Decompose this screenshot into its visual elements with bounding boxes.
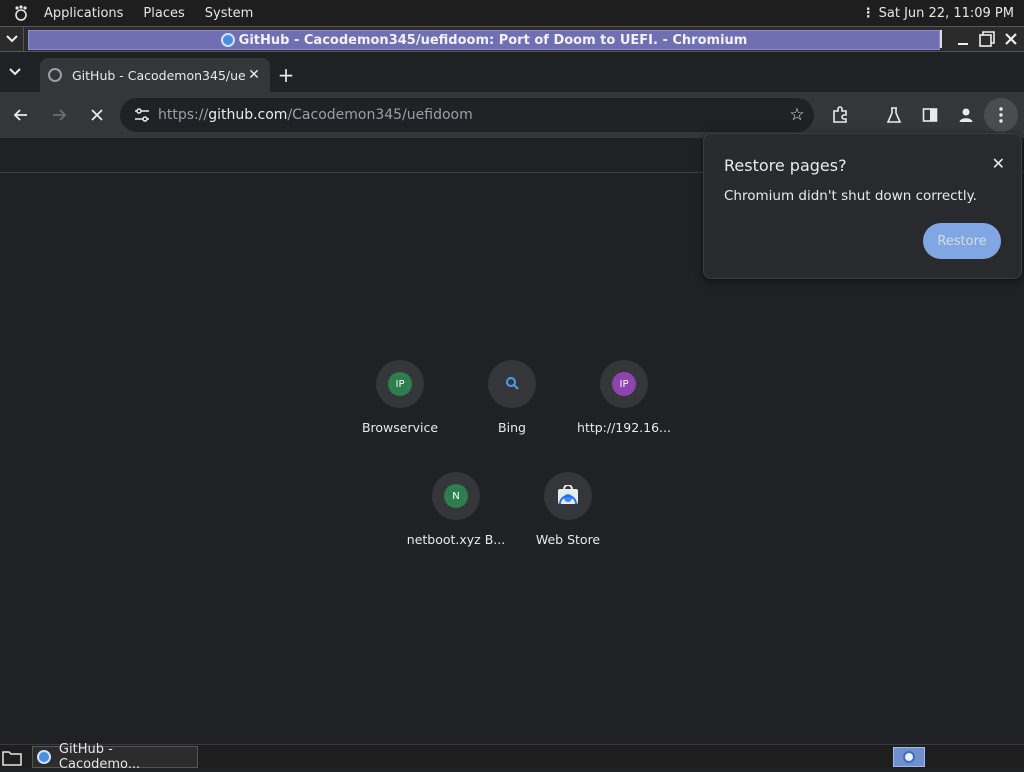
search-icon: [505, 376, 519, 393]
window-buttons: [940, 29, 1020, 49]
places-menu[interactable]: Places: [135, 6, 192, 21]
url-text[interactable]: https://github.com/Cacodemon345/uefidoom: [158, 107, 780, 123]
shortcut-tile: [544, 472, 592, 520]
url-path: /Cacodemon345/uefidoom: [287, 107, 473, 123]
workspace-switcher[interactable]: [893, 747, 925, 767]
close-window-icon[interactable]: [1002, 29, 1020, 49]
close-icon[interactable]: ✕: [992, 154, 1005, 173]
shortcut-tile: [488, 360, 536, 408]
restore-message: Chromium didn't shut down correctly.: [724, 188, 977, 204]
shortcut-tile: IP: [376, 360, 424, 408]
back-arrow-icon[interactable]: [4, 98, 38, 132]
window-title: GitHub - Cacodemon345/uefidoom: Port of …: [238, 32, 748, 48]
restore-pages-bubble: Restore pages? Chromium didn't shut down…: [703, 133, 1022, 279]
shortcut-label: http://192.16...: [577, 420, 671, 435]
shortcut-browservice[interactable]: IP Browservice: [344, 360, 456, 435]
tab-github[interactable]: GitHub - Cacodemon345/uefidoom ✕: [40, 58, 270, 92]
shortcut-bing[interactable]: Bing: [456, 360, 568, 435]
webstore-icon: [557, 483, 579, 508]
tab-search-chevron-icon[interactable]: [0, 54, 30, 90]
shortcut-label: Bing: [498, 420, 526, 435]
address-bar[interactable]: https://github.com/Cacodemon345/uefidoom…: [120, 98, 814, 132]
restore-button[interactable]: Restore: [923, 223, 1001, 259]
shortcut-web-store[interactable]: Web Store: [512, 472, 624, 547]
site-info-tune-icon[interactable]: [126, 108, 158, 122]
ip-badge-icon: IP: [612, 372, 636, 396]
shortcut-http-192[interactable]: IP http://192.16...: [568, 360, 680, 435]
chromium-icon: [37, 749, 51, 764]
window-titlebar[interactable]: GitHub - Cacodemon345/uefidoom: Port of …: [0, 26, 1024, 52]
restore-title: Restore pages?: [724, 156, 847, 175]
toolbar-spacer: [858, 98, 876, 132]
url-host: github.com: [208, 107, 288, 123]
applications-menu[interactable]: Applications: [36, 6, 131, 21]
shortcut-netboot[interactable]: N netboot.xyz B...: [400, 472, 512, 547]
forward-arrow-icon[interactable]: [42, 98, 76, 132]
panel-clock[interactable]: Sat Jun 22, 11:09 PM: [879, 6, 1014, 21]
chromium-icon: [903, 751, 915, 763]
tab-close-icon[interactable]: ✕: [246, 67, 262, 83]
chromium-icon: [220, 33, 235, 47]
loading-favicon-icon: [48, 68, 62, 82]
top-panel: Applications Places System ⋮ Sat Jun 22,…: [0, 0, 1024, 26]
shortcut-tile: N: [432, 472, 480, 520]
minimize-icon[interactable]: [954, 29, 972, 49]
tab-strip: GitHub - Cacodemon345/uefidoom ✕ +: [0, 52, 1024, 92]
title-separator: [940, 30, 942, 48]
shortcut-label: netboot.xyz B...: [406, 532, 506, 547]
labs-flask-icon[interactable]: [876, 98, 912, 132]
extensions-puzzle-icon[interactable]: [822, 98, 858, 132]
browser-toolbar: https://github.com/Cacodemon345/uefidoom…: [0, 92, 1024, 138]
taskbar-chromium-window[interactable]: GitHub - Cacodemo...: [32, 742, 198, 772]
toolbar-icons: [822, 98, 1018, 132]
new-tab-plus-icon[interactable]: +: [270, 58, 302, 92]
bookmark-star-icon[interactable]: ☆: [780, 105, 814, 125]
window-menu-chevron-icon[interactable]: [0, 27, 24, 51]
menu-kebab-icon[interactable]: [984, 98, 1018, 132]
panel-kebab-icon[interactable]: ⋮: [862, 6, 875, 21]
profile-person-icon[interactable]: [948, 98, 984, 132]
show-desktop-icon[interactable]: [0, 746, 24, 768]
gnome-foot-icon[interactable]: [10, 2, 32, 24]
shortcut-label: Browservice: [361, 420, 439, 435]
maximize-icon[interactable]: [978, 29, 996, 49]
side-panel-icon[interactable]: [912, 98, 948, 132]
shortcut-tile: IP: [600, 360, 648, 408]
url-scheme: https://: [158, 107, 209, 123]
shortcut-label: Web Store: [535, 532, 601, 547]
n-badge-icon: N: [444, 484, 468, 508]
task-label: GitHub - Cacodemo...: [58, 741, 141, 772]
tab-title: GitHub - Cacodemon345/uefidoom: [72, 67, 246, 83]
ip-badge-icon: IP: [388, 372, 412, 396]
bottom-taskbar: GitHub - Cacodemo...: [0, 742, 1024, 772]
system-menu[interactable]: System: [197, 6, 261, 21]
stop-loading-icon[interactable]: [80, 98, 114, 132]
window-title-area[interactable]: GitHub - Cacodemon345/uefidoom: Port of …: [28, 30, 940, 50]
